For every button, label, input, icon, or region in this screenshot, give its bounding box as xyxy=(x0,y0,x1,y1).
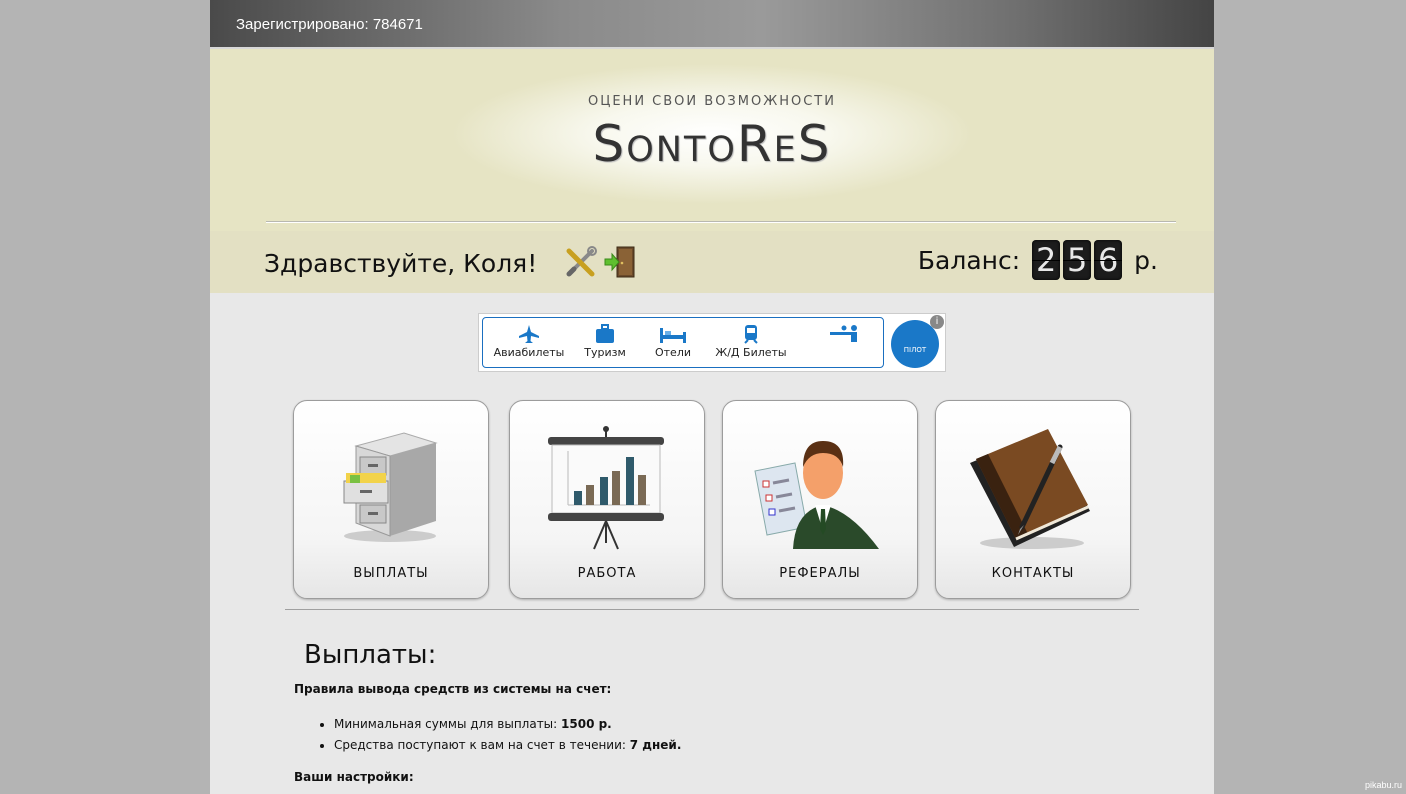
train-icon xyxy=(744,325,758,344)
ad-item-label: Ж/Д Билеты xyxy=(715,346,787,359)
balance-digit: 2 xyxy=(1032,240,1061,280)
balance-label: Баланс: xyxy=(917,245,1021,275)
rules-title: Правила вывода средств из системы на сче… xyxy=(294,682,612,696)
tile-work[interactable]: РАБОТА xyxy=(509,400,705,599)
ad-item-hotels[interactable]: Отели xyxy=(633,324,713,359)
notebook-pen-icon xyxy=(970,429,1090,549)
ad-item-flights[interactable]: Авиабилеты xyxy=(489,324,569,359)
bed-icon xyxy=(660,328,686,343)
balance-digit: 5 xyxy=(1063,240,1092,280)
page: Зарегистрировано: 784671 ОЦЕНИ СВОИ ВОЗМ… xyxy=(210,0,1214,794)
ad-item-label: Авиабилеты xyxy=(493,346,565,359)
presentation-chart-icon xyxy=(548,426,664,550)
list-item: Минимальная суммы для выплаты: 1500 р. xyxy=(334,714,1134,735)
greeting-text: Здравствуйте, Коля! xyxy=(264,249,538,278)
tile-label: РЕФЕРАЛЫ xyxy=(779,566,861,581)
ad-banner[interactable]: Авиабилеты Туризм Отели Ж/Д Билеты ПІЛОТ… xyxy=(478,313,946,372)
tile-label: КОНТАКТЫ xyxy=(991,566,1075,581)
watermark: pikabu.ru xyxy=(1364,780,1402,790)
tile-label: ВЫПЛАТЫ xyxy=(353,566,429,581)
top-bar: Зарегистрировано: 784671 xyxy=(210,0,1214,49)
rule-text: Минимальная суммы для выплаты: xyxy=(334,717,562,731)
page-title: Выплаты: xyxy=(304,640,437,670)
rules-list: Минимальная суммы для выплаты: 1500 р. С… xyxy=(294,714,1134,756)
person-checklist-icon xyxy=(754,441,879,549)
ad-item-label: Туризм xyxy=(584,346,626,359)
slogan: ОЦЕНИ СВОИ ВОЗМОЖНОСТИ xyxy=(588,94,836,109)
balance: Баланс: 2 5 6 р. xyxy=(918,240,1158,280)
ad-item-reception[interactable] xyxy=(805,324,885,346)
settings-tools-icon[interactable] xyxy=(564,246,603,277)
ad-inner[interactable]: Авиабилеты Туризм Отели Ж/Д Билеты xyxy=(482,317,884,368)
header-divider xyxy=(266,221,1176,223)
logout-door-icon[interactable] xyxy=(603,246,637,278)
ad-item-label: Отели xyxy=(654,346,691,359)
balance-digit: 6 xyxy=(1094,240,1123,280)
rule-value: 1500 р. xyxy=(561,717,612,731)
balance-currency: р. xyxy=(1134,245,1158,275)
tile-payouts[interactable]: ВЫПЛАТЫ xyxy=(293,400,489,599)
reception-icon xyxy=(830,325,857,342)
file-cabinet-icon xyxy=(343,432,438,542)
rule-value: 7 дней. xyxy=(629,738,682,752)
content-divider xyxy=(285,609,1139,610)
main-content: Выплаты: Правила вывода средств из систе… xyxy=(294,640,1134,784)
list-item: Средства поступают к вам на счет в течен… xyxy=(334,735,1134,756)
ad-info-icon[interactable]: i xyxy=(930,315,944,329)
ad-item-trains[interactable]: Ж/Д Билеты xyxy=(711,324,791,359)
tile-contacts[interactable]: КОНТАКТЫ xyxy=(935,400,1131,599)
rule-text: Средства поступают к вам на счет в течен… xyxy=(334,738,630,752)
tile-referrals[interactable]: РЕФЕРАЛЫ xyxy=(722,400,918,599)
settings-title: Ваши настройки: xyxy=(294,770,414,784)
registered-count: Зарегистрировано: 784671 xyxy=(236,16,423,33)
airplane-icon xyxy=(519,325,539,343)
balance-counter: 2 5 6 xyxy=(1032,240,1123,280)
suitcase-icon xyxy=(596,324,614,343)
site-logo[interactable]: SontoReS xyxy=(210,115,1214,173)
tile-label: РАБОТА xyxy=(577,566,637,581)
